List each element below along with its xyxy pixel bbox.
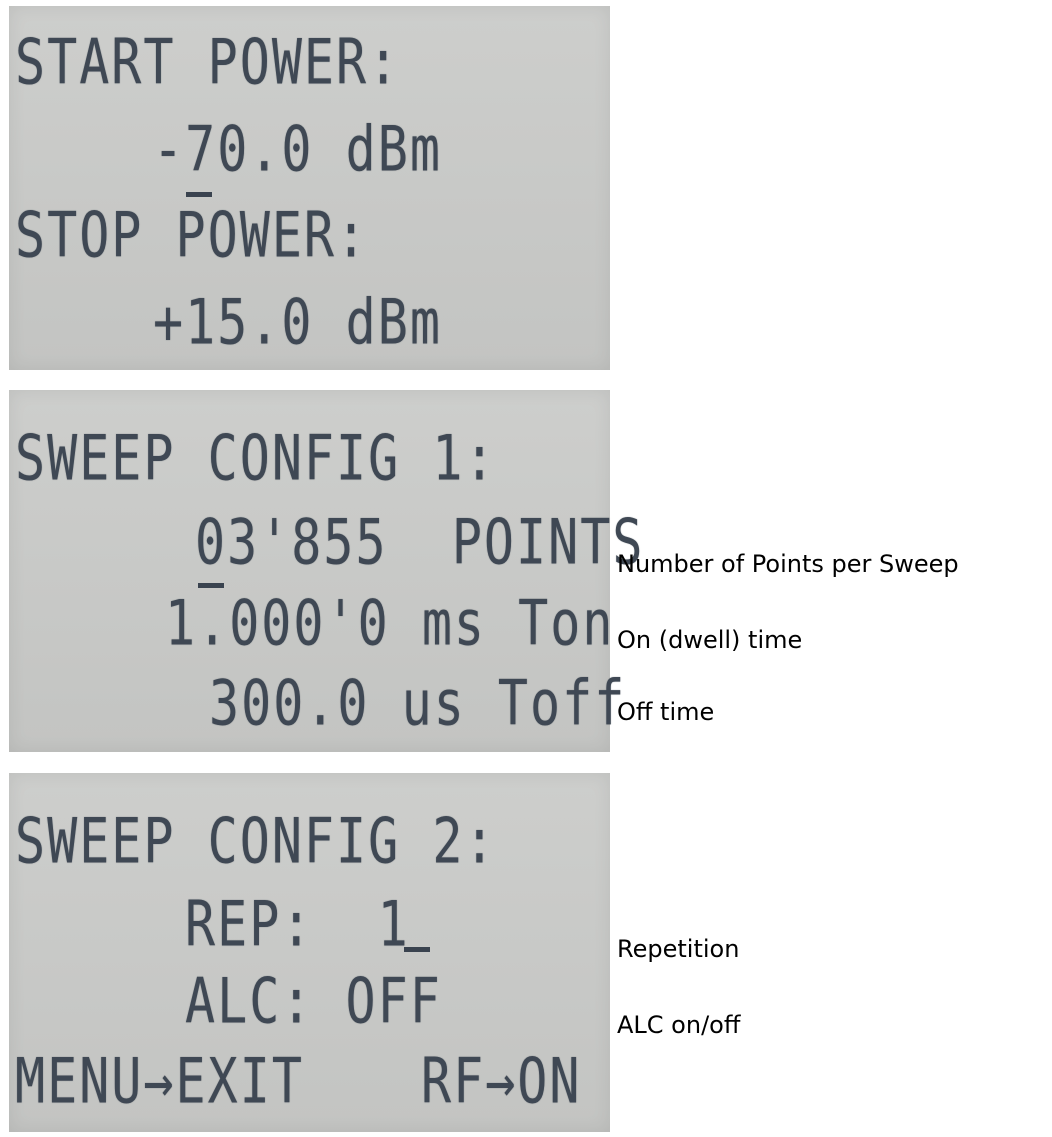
- ton-value[interactable]: 1.000'0 ms Ton: [165, 586, 614, 661]
- annotation-toff: Off time: [617, 698, 715, 726]
- stop-power-value[interactable]: +15.0 dBm: [153, 285, 442, 360]
- annotation-rep: Repetition: [617, 935, 740, 963]
- sweep-config-1-title: SWEEP CONFIG 1:: [15, 421, 497, 495]
- annotation-ton: On (dwell) time: [617, 626, 803, 654]
- edit-cursor: [404, 947, 430, 952]
- power-settings-display: START POWER: -70.0 dBm STOP POWER: +15.0…: [9, 6, 610, 370]
- sweep-config-2-display: SWEEP CONFIG 2: REP: 1 ALC: OFF MENU→EXI…: [9, 773, 610, 1132]
- points-value[interactable]: 03'855 POINTS: [195, 505, 644, 580]
- menu-exit-softkey[interactable]: MENU→EXIT: [15, 1044, 304, 1119]
- annotation-points: Number of Points per Sweep: [617, 550, 959, 578]
- edit-cursor: [186, 192, 212, 197]
- alc-value[interactable]: ALC: OFF: [185, 964, 442, 1039]
- annotation-alc: ALC on/off: [617, 1011, 741, 1039]
- sweep-config-2-title: SWEEP CONFIG 2:: [15, 804, 497, 878]
- rep-value[interactable]: REP: 1: [185, 887, 410, 962]
- sweep-config-1-display: SWEEP CONFIG 1: 03'855 POINTS 1.000'0 ms…: [9, 390, 642, 752]
- stop-power-label: STOP POWER:: [15, 198, 369, 272]
- rf-on-softkey[interactable]: RF→ON: [421, 1044, 582, 1119]
- start-power-value[interactable]: -70.0 dBm: [153, 112, 442, 187]
- start-power-label: START POWER:: [15, 25, 401, 99]
- toff-value[interactable]: 300.0 us Toff: [209, 666, 626, 741]
